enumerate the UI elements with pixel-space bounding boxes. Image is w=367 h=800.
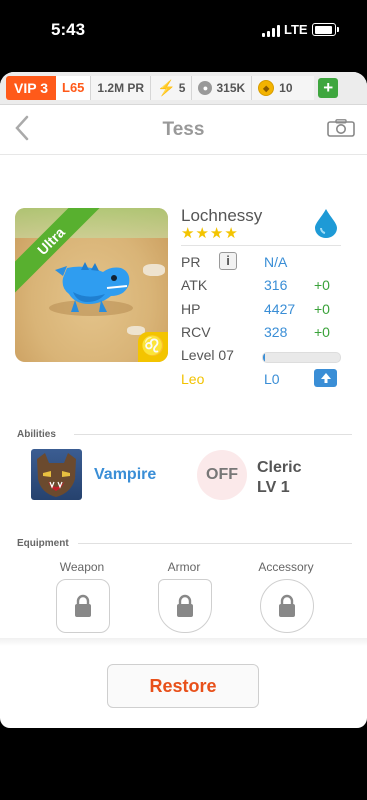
secondary-ability[interactable]: Cleric LV 1 (257, 458, 301, 498)
stat-value: 4427 (264, 301, 296, 317)
energy-value: 5 (178, 81, 186, 95)
paw-currency-value: 315K (216, 81, 246, 95)
lock-icon (279, 594, 295, 617)
armor-slot[interactable] (158, 579, 212, 633)
vampire-ability-icon[interactable] (31, 449, 82, 500)
sign-level: L0 (264, 371, 280, 387)
xp-progress-bar (262, 352, 341, 363)
resource-bar: VIP 3 L65 1.2M PR ⚡ 5 ● 315K ◆ 10 + (0, 72, 367, 105)
stat-row-hp: HP 4427 +0 (181, 301, 341, 319)
paw-currency: ● 315K (191, 76, 252, 100)
stat-label: HP (181, 301, 201, 317)
divider (78, 543, 352, 544)
camera-icon[interactable] (327, 119, 355, 137)
vip-badge[interactable]: VIP 3 (6, 76, 56, 100)
level-label: Level 07 (181, 347, 234, 363)
power-rating: 1.2M PR (90, 76, 151, 100)
player-level: L65 (56, 76, 91, 100)
stat-value: 316 (264, 277, 288, 293)
info-button[interactable]: i (219, 252, 237, 270)
lightning-icon: ⚡ (157, 80, 176, 97)
lock-icon (177, 594, 193, 617)
divider (181, 245, 341, 246)
weapon-slot-label: Weapon (59, 560, 105, 574)
monster-name: Lochnessy (181, 206, 263, 225)
signal-icon (262, 25, 280, 37)
primary-ability-name[interactable]: Vampire (94, 466, 156, 484)
power-rating-value: 1.2M PR (97, 81, 145, 95)
network-label: LTE (284, 22, 308, 37)
secondary-ability-level: LV 1 (257, 479, 290, 496)
stat-bonus: +0 (314, 277, 330, 293)
equipment-section-label: Equipment (17, 538, 69, 549)
ability-status: OFF (206, 466, 238, 483)
restore-button[interactable]: Restore (107, 664, 259, 708)
stat-row-rcv: RCV 328 +0 (181, 324, 341, 342)
coin-value: 10 (279, 81, 293, 95)
app-screen: VIP 3 L65 1.2M PR ⚡5 ●315K ◆ 10 + Tess (0, 72, 367, 728)
xp-progress-fill (263, 353, 265, 362)
coin-icon: ◆ (258, 80, 275, 96)
sign-label: Leo (181, 371, 205, 387)
stat-label: ATK (181, 277, 208, 293)
abilities-section-label: Abilities (17, 429, 56, 440)
stat-bonus: +0 (314, 301, 330, 317)
weapon-slot[interactable] (56, 579, 110, 633)
star-rating: ★★★★ (181, 225, 239, 242)
accessory-slot[interactable] (260, 579, 314, 633)
paw-icon: ● (198, 81, 213, 95)
stat-label: RCV (181, 324, 211, 340)
secondary-ability-name: Cleric (257, 459, 302, 476)
stat-bonus: +0 (314, 324, 330, 340)
leo-sign-icon: ♌ (138, 332, 168, 362)
page-title: Tess (162, 119, 205, 140)
divider (74, 434, 352, 435)
armor-slot-label: Armor (167, 560, 201, 574)
energy-counter: ⚡ 5 (150, 76, 192, 100)
stat-label: PR (181, 254, 201, 270)
add-currency-button[interactable]: + (318, 78, 339, 98)
secondary-ability-toggle[interactable]: OFF (197, 450, 247, 500)
battery-icon (312, 23, 339, 36)
status-bar: 5:43 LTE (0, 0, 367, 72)
status-time: 5:43 (51, 20, 86, 39)
vampire-portrait (37, 453, 76, 497)
coin-counter: ◆ 10 (251, 76, 315, 100)
footer-shadow (0, 638, 367, 646)
monster-portrait[interactable]: Ultra ♌ (15, 208, 168, 362)
sign-row: Leo L0 (181, 369, 341, 389)
lock-icon (75, 594, 91, 617)
level-row: Level 07 (181, 347, 341, 365)
stat-row-pr: PR i N/A (181, 252, 341, 272)
upgrade-sign-button[interactable] (314, 369, 337, 387)
stat-row-atk: ATK 316 +0 (181, 277, 341, 295)
nav-header: Tess (0, 104, 367, 155)
water-drop-icon (315, 209, 337, 238)
arrow-up-icon (320, 373, 331, 383)
accessory-slot-label: Accessory (258, 560, 314, 574)
stat-value: 328 (264, 324, 288, 340)
stat-value: N/A (264, 254, 288, 270)
